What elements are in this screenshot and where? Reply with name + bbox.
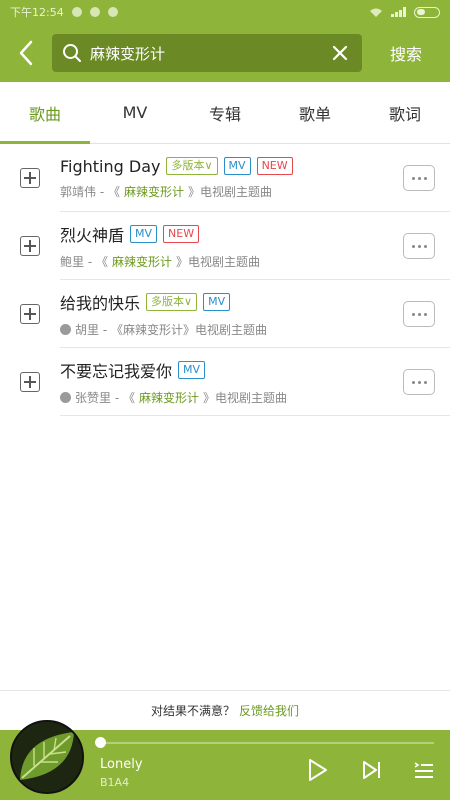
search-input[interactable]: 麻辣变形计: [90, 43, 328, 64]
now-playing-title[interactable]: Lonely: [100, 757, 143, 772]
globe-icon: [60, 324, 71, 335]
mv-badge[interactable]: MV: [223, 157, 251, 175]
clear-search-button[interactable]: [328, 41, 352, 65]
search-button[interactable]: 搜索: [362, 41, 450, 65]
battery-icon: [414, 6, 440, 18]
new-badge: NEW: [163, 225, 200, 243]
add-icon: [20, 236, 40, 256]
feedback-text: 对结果不满意？: [150, 704, 235, 718]
more-icon: [403, 165, 435, 191]
now-playing-artist: B1A4: [100, 776, 130, 789]
next-icon: [363, 761, 380, 779]
app-notification-icon: [89, 7, 100, 17]
progress-bar[interactable]: [100, 742, 434, 744]
search-box[interactable]: 麻辣变形计: [52, 34, 362, 72]
notification-icon: [71, 7, 82, 17]
playlist-icon: [414, 762, 433, 778]
more-icon: [403, 369, 435, 395]
add-song-button[interactable]: [0, 304, 60, 324]
mv-badge[interactable]: MV: [178, 361, 206, 379]
status-time: 下午12:54: [10, 6, 64, 19]
song-row[interactable]: 烈火神盾 MV NEW 鲍里 - 《麻辣变形计 》电视剧主题曲: [0, 212, 450, 280]
more-button[interactable]: [388, 165, 450, 191]
feedback-link[interactable]: 反馈给我们: [239, 702, 299, 719]
song-info: 烈火神盾 MV NEW 鲍里 - 《麻辣变形计 》电视剧主题曲: [60, 222, 388, 270]
playlist-button[interactable]: [410, 756, 438, 784]
more-button[interactable]: [388, 233, 450, 259]
back-arrow-icon: [19, 40, 33, 66]
multi-version-badge[interactable]: 多版本∨: [146, 293, 198, 311]
play-icon: [309, 759, 327, 781]
search-icon: [63, 44, 81, 62]
mini-player: Lonely B1A4: [0, 720, 450, 800]
add-song-button[interactable]: [0, 372, 60, 392]
song-info: 不要忘记我爱你 MV 张赞里 - 《麻辣变形计 》电视剧主题曲: [60, 358, 388, 406]
more-icon: [403, 301, 435, 327]
back-button[interactable]: [0, 24, 52, 82]
add-icon: [20, 304, 40, 324]
song-title: 烈火神盾: [60, 226, 125, 245]
leaf-artwork-icon: [12, 722, 82, 792]
song-subtitle: 张赞里 - 《麻辣变形计 》电视剧主题曲: [60, 389, 388, 406]
tab-albums[interactable]: 专辑: [180, 82, 270, 143]
progress-thumb[interactable]: [95, 737, 106, 748]
tab-lyrics[interactable]: 歌词: [360, 82, 450, 143]
next-button[interactable]: [358, 756, 386, 784]
search-header: 麻辣变形计 搜索: [0, 24, 450, 82]
more-icon: [403, 233, 435, 259]
wifi-icon: [370, 8, 382, 17]
song-row[interactable]: Fighting Day 多版本∨ MV NEW 郭靖伟 - 《麻辣变形计 》电视…: [0, 144, 450, 212]
song-subtitle: 胡里 - 《麻辣变形计》电视剧主题曲: [60, 321, 388, 338]
globe-icon: [60, 392, 71, 403]
tab-mv[interactable]: MV: [90, 82, 180, 143]
tab-songs[interactable]: 歌曲: [0, 82, 90, 144]
add-icon: [20, 168, 40, 188]
song-info: 给我的快乐 多版本∨ MV 胡里 - 《麻辣变形计》电视剧主题曲: [60, 290, 388, 338]
mv-badge[interactable]: MV: [203, 293, 231, 311]
add-icon: [20, 372, 40, 392]
song-title: 给我的快乐: [60, 294, 141, 313]
status-bar: 下午12:54: [0, 0, 450, 24]
song-title: 不要忘记我爱你: [60, 362, 173, 381]
signal-icon: [391, 7, 406, 17]
feedback-bar: 对结果不满意？ 反馈给我们: [0, 690, 450, 730]
song-list: Fighting Day 多版本∨ MV NEW 郭靖伟 - 《麻辣变形计 》电视…: [0, 144, 450, 416]
new-badge: NEW: [256, 157, 293, 175]
song-row[interactable]: 不要忘记我爱你 MV 张赞里 - 《麻辣变形计 》电视剧主题曲: [0, 348, 450, 416]
mv-badge[interactable]: MV: [130, 225, 158, 243]
song-row[interactable]: 给我的快乐 多版本∨ MV 胡里 - 《麻辣变形计》电视剧主题曲: [0, 280, 450, 348]
add-song-button[interactable]: [0, 168, 60, 188]
album-art[interactable]: [10, 720, 84, 794]
song-title: Fighting Day: [60, 156, 161, 176]
tab-playlists[interactable]: 歌单: [270, 82, 360, 143]
song-info: Fighting Day 多版本∨ MV NEW 郭靖伟 - 《麻辣变形计 》电视…: [60, 157, 388, 200]
song-subtitle: 郭靖伟 - 《麻辣变形计 》电视剧主题曲: [60, 184, 272, 199]
result-tabs: 歌曲 MV 专辑 歌单 歌词: [0, 82, 450, 144]
more-button[interactable]: [388, 369, 450, 395]
message-icon: [107, 7, 118, 17]
song-subtitle: 鲍里 - 《麻辣变形计 》电视剧主题曲: [60, 255, 260, 269]
multi-version-badge[interactable]: 多版本∨: [166, 157, 218, 175]
close-icon: [332, 45, 348, 61]
play-button[interactable]: [304, 756, 332, 784]
add-song-button[interactable]: [0, 236, 60, 256]
more-button[interactable]: [388, 301, 450, 327]
